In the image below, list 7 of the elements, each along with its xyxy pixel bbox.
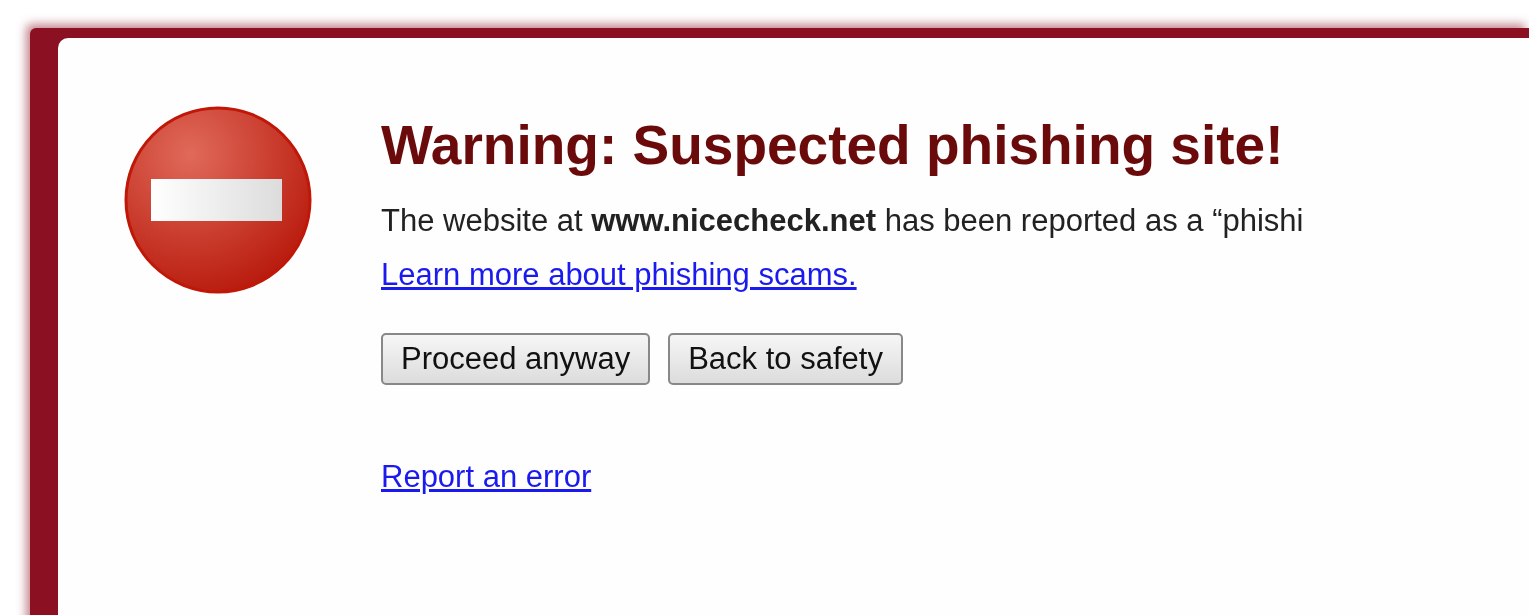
proceed-button[interactable]: Proceed anyway — [381, 333, 651, 386]
no-entry-icon — [123, 105, 313, 295]
report-error-link[interactable]: Report an error — [381, 457, 592, 498]
warning-message: The website at www.nicecheck.net has been reported as a “phishi — [381, 201, 1304, 240]
warning-heading: Warning: Suspected phishing site! — [381, 115, 1285, 176]
back-button[interactable]: Back to safety — [668, 333, 903, 386]
learn-more-link[interactable]: Learn more about phishing scams. — [381, 254, 857, 296]
